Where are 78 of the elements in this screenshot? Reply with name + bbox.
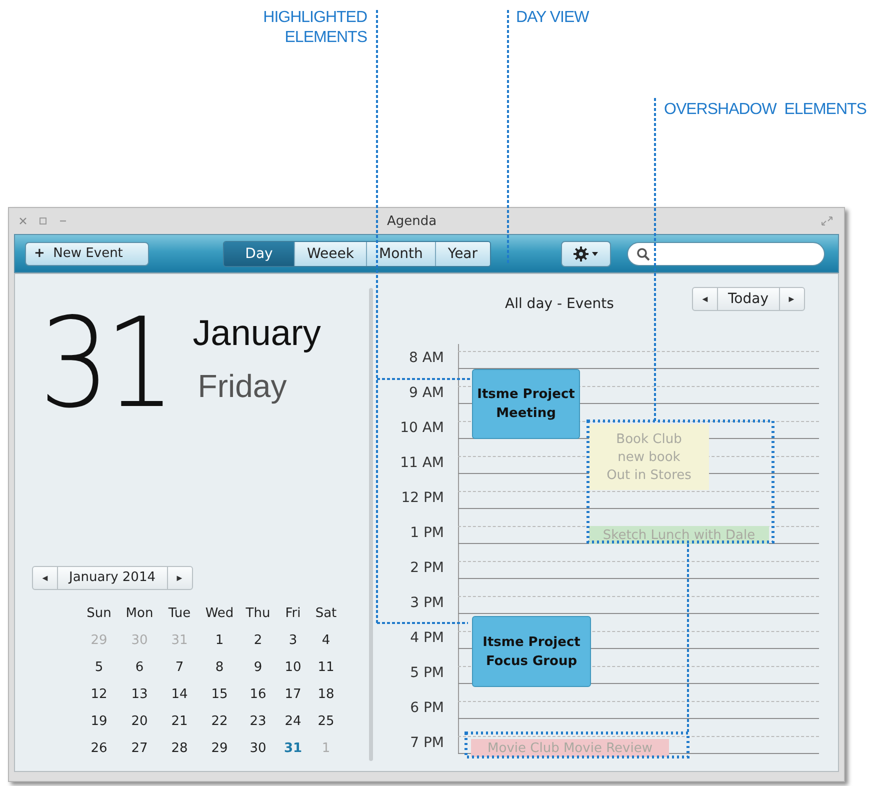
calendar-day[interactable]: 22 [199, 713, 240, 730]
next-day-button[interactable]: ► [780, 288, 804, 310]
month-name: January [192, 312, 321, 354]
close-icon[interactable] [19, 217, 27, 225]
day-number: 31 [39, 294, 170, 434]
month-title: January 2014 [57, 567, 168, 589]
calendar-day[interactable]: 23 [240, 713, 276, 730]
hour-label: 3 PM [410, 595, 444, 611]
calendar-day[interactable]: 12 [79, 686, 119, 703]
calendar-day[interactable]: 1 [199, 632, 240, 649]
calendar-day[interactable]: 6 [119, 659, 160, 676]
calendar-day[interactable]: 4 [310, 632, 342, 649]
calendar-day[interactable]: 15 [199, 686, 240, 703]
calendar-day[interactable]: 21 [160, 713, 199, 730]
calendar-event[interactable]: Itsme Project Focus Group [472, 616, 591, 687]
search-icon [636, 246, 650, 260]
calendar-day[interactable]: 7 [160, 659, 199, 676]
weekday-header: Fri [284, 605, 302, 622]
maximize-icon[interactable] [39, 217, 47, 225]
calendar-day[interactable]: 29 [199, 740, 240, 757]
hour-label: 10 AM [400, 420, 444, 436]
callout-label: DAY VIEW [516, 8, 589, 28]
view-tab[interactable]: Weeek [294, 242, 366, 266]
weekday-header: Thu [244, 605, 272, 622]
previous-month-button[interactable]: ◄ [33, 567, 57, 589]
calendar-day[interactable]: 18 [310, 686, 342, 703]
hour-label: 11 AM [400, 455, 444, 471]
calendar-day[interactable]: 31 [276, 740, 310, 757]
hour-label: 5 PM [410, 665, 444, 681]
hour-label: 12 PM [401, 490, 444, 506]
calendar-day[interactable]: 26 [79, 740, 119, 757]
gear-icon [572, 246, 599, 262]
next-month-button[interactable]: ► [168, 567, 192, 589]
calendar-day[interactable]: 14 [160, 686, 199, 703]
calendar-day[interactable]: 9 [240, 659, 276, 676]
hour-label: 1 PM [410, 525, 444, 541]
calendar-day[interactable]: 10 [276, 659, 310, 676]
view-tab[interactable]: Day [224, 242, 294, 266]
calendar-day[interactable]: 19 [79, 713, 119, 730]
search-field[interactable] [626, 242, 825, 266]
calendar-day[interactable]: 16 [240, 686, 276, 703]
hour-label: 7 PM [410, 735, 444, 751]
calendar-day[interactable]: 11 [310, 659, 342, 676]
weekday-header: Sat [314, 605, 338, 622]
calendar-event[interactable]: Itsme Project Meeting [472, 369, 580, 439]
callout-label: HIGHLIGHTED ELEMENTS [262, 8, 367, 48]
hour-label: 9 AM [408, 385, 444, 401]
calendar-day[interactable]: 25 [310, 713, 342, 730]
hour-label: 8 AM [408, 350, 444, 366]
resize-icon[interactable] [820, 215, 834, 227]
hour-label: 2 PM [410, 560, 444, 576]
hour-label: 6 PM [410, 700, 444, 716]
callout-label: OVERSHADOW ELEMENTS [664, 100, 866, 120]
calendar-day[interactable]: 2 [240, 632, 276, 649]
calendar-day[interactable]: 20 [119, 713, 160, 730]
calendar-day[interactable]: 8 [199, 659, 240, 676]
calendar-day[interactable]: 30 [240, 740, 276, 757]
calendar-day[interactable]: 3 [276, 632, 310, 649]
calendar-day[interactable]: 13 [119, 686, 160, 703]
hour-label: 4 PM [410, 630, 444, 646]
all-day-label: All day - Events [505, 296, 614, 312]
window-title: Agenda [387, 214, 437, 228]
calendar-day[interactable]: 28 [160, 740, 199, 757]
previous-day-button[interactable]: ◄ [693, 288, 717, 310]
today-button[interactable]: Today [717, 288, 780, 310]
view-tab[interactable]: Year [434, 242, 490, 266]
view-tab[interactable]: Month [366, 242, 435, 266]
calendar-day[interactable]: 17 [276, 686, 310, 703]
settings-button[interactable] [560, 240, 611, 266]
calendar-day[interactable]: 24 [276, 713, 310, 730]
weekday-header: Wed [204, 605, 235, 622]
weekday-header: Tue [167, 605, 192, 622]
weekday-header: Sun [86, 605, 112, 622]
weekday-header: Mon [124, 605, 154, 622]
weekday-name: Friday [198, 368, 288, 405]
calendar-day[interactable]: 5 [79, 659, 119, 676]
calendar-day[interactable]: 27 [119, 740, 160, 757]
new-event-button[interactable]: + New Event [25, 242, 149, 266]
